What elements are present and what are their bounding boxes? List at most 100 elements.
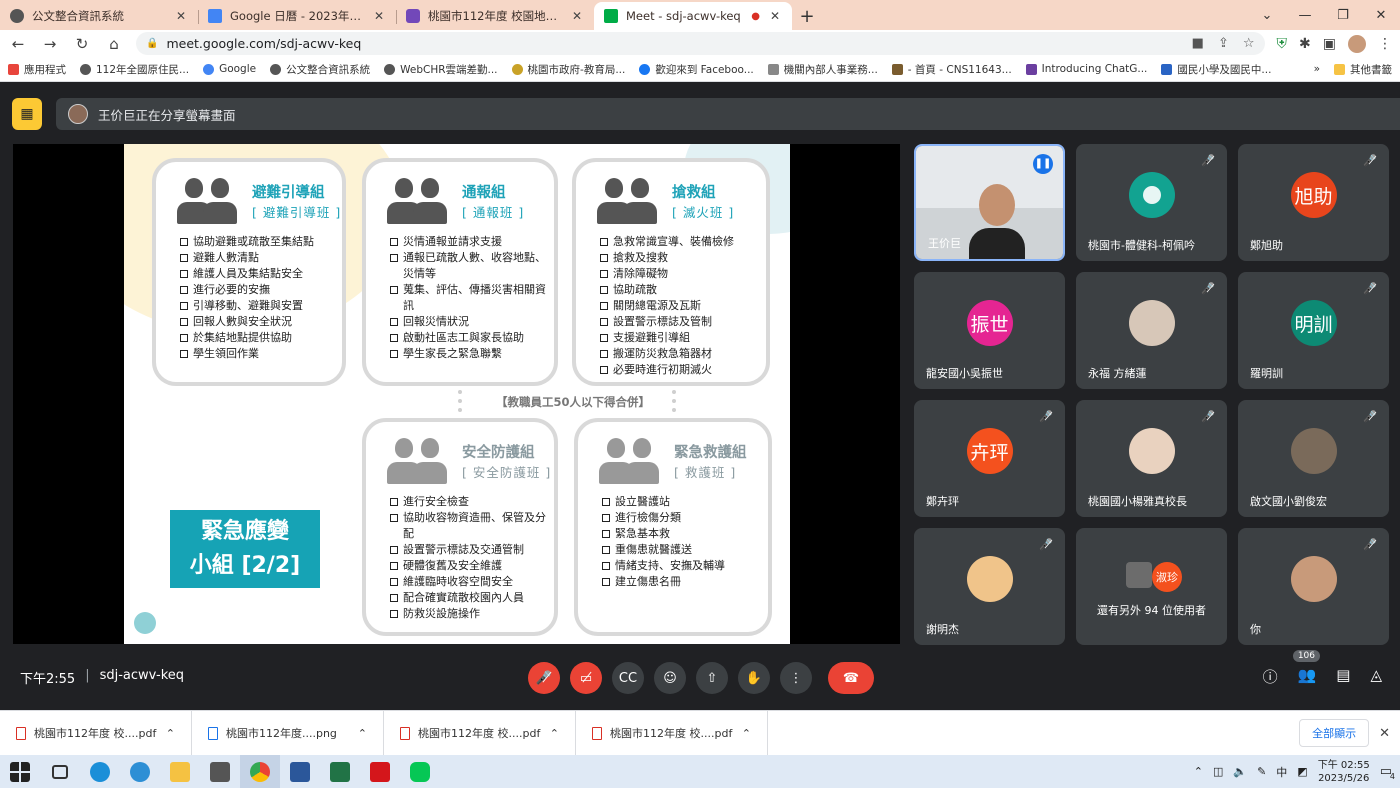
puzzle-icon[interactable]: ✱: [1299, 36, 1311, 52]
browser-tab[interactable]: 桃園市112年度 校園地震災害防... ✕: [396, 2, 594, 30]
ime-indicator[interactable]: 中: [1276, 764, 1287, 780]
other-bookmarks[interactable]: 其他書籤: [1334, 62, 1392, 77]
bookmark-item[interactable]: 應用程式: [8, 62, 66, 77]
participant-tile[interactable]: ❚❚ 王价巨: [914, 144, 1065, 261]
new-tab-button[interactable]: +: [792, 2, 822, 30]
back-icon[interactable]: ←: [8, 35, 28, 53]
captions-button[interactable]: CC: [612, 662, 644, 694]
store-icon[interactable]: [200, 755, 240, 788]
leave-call-button[interactable]: ☎: [828, 662, 874, 694]
chevron-up-icon[interactable]: ⌃: [742, 727, 751, 740]
download-item[interactable]: 桃園市112年度 校....pdf ⌃: [576, 710, 768, 756]
tray-overflow-icon[interactable]: ⌃: [1194, 765, 1203, 778]
side-panel-icon[interactable]: ▣: [1323, 36, 1336, 52]
chevron-up-icon[interactable]: ⌃: [166, 727, 175, 740]
forward-icon[interactable]: →: [40, 35, 60, 53]
participant-name: 鄭卉玶: [926, 495, 959, 508]
clock[interactable]: 下午 02:55 2023/5/26: [1318, 759, 1370, 785]
url-field[interactable]: 🔒 meet.google.com/sdj-acwv-keq ■ ⇪ ☆: [136, 32, 1265, 55]
menu-icon[interactable]: ⋮: [1378, 36, 1392, 52]
raise-hand-button[interactable]: ✋: [738, 662, 770, 694]
restore-icon[interactable]: ❐: [1324, 8, 1362, 23]
bookmark-item[interactable]: Introducing ChatG...: [1025, 63, 1147, 75]
bookmark-item[interactable]: WebCHR雲端差勤...: [384, 62, 498, 77]
participant-tile[interactable]: 🎤̸ 桃園國小楊雅真校長: [1076, 400, 1227, 517]
people-icon: [386, 436, 452, 484]
ime-mode-icon[interactable]: ◩: [1297, 765, 1307, 778]
chevron-up-icon[interactable]: ⌃: [358, 727, 367, 740]
file-explorer-icon[interactable]: [160, 755, 200, 788]
tab-search-icon[interactable]: ⌄: [1248, 8, 1286, 23]
muted-mic-icon: 🎤̸: [1363, 410, 1377, 423]
show-all-button[interactable]: 全部顯示: [1299, 719, 1370, 747]
pen-icon[interactable]: ✎: [1257, 765, 1266, 778]
chrome-icon[interactable]: [240, 755, 280, 788]
bookmark-item[interactable]: - 首頁 - CNS11643...: [891, 62, 1012, 77]
minimize-icon[interactable]: —: [1286, 8, 1324, 23]
close-tab-icon[interactable]: ✕: [570, 9, 584, 23]
line-icon[interactable]: [400, 755, 440, 788]
task-view-icon[interactable]: [40, 755, 80, 788]
participant-tile[interactable]: 🎤̸ 謝明杰: [914, 528, 1065, 645]
acrobat-icon[interactable]: [360, 755, 400, 788]
bookmark-item[interactable]: 國民小學及國民中...: [1161, 62, 1271, 77]
download-item[interactable]: 桃園市112年度....png ⌃: [192, 710, 384, 756]
bookmark-item[interactable]: 歡迎來到 Faceboo...: [639, 62, 754, 77]
people-icon[interactable]: 👥: [1298, 666, 1317, 687]
network-icon[interactable]: ◫: [1213, 765, 1223, 778]
participant-tile[interactable]: 🎤̸ 啟文國小劉俊宏: [1238, 400, 1389, 517]
camera-off-button[interactable]: ▭̸: [570, 662, 602, 694]
participant-tile[interactable]: 🎤̸ 旭助 鄭旭助: [1238, 144, 1389, 261]
profile-avatar[interactable]: [1348, 34, 1366, 53]
participant-tile[interactable]: 🎤̸ 卉玶 鄭卉玶: [914, 400, 1065, 517]
meeting-details-icon[interactable]: ⓘ: [1263, 666, 1278, 687]
ie-icon[interactable]: [120, 755, 160, 788]
bookmarks-overflow[interactable]: »: [1314, 63, 1320, 75]
bookmark-star-icon[interactable]: ☆: [1243, 36, 1255, 51]
more-participants-tile[interactable]: 淑珍 還有另外 94 位使用者: [1076, 528, 1227, 645]
duty-item: 學生家長之緊急聯繫: [390, 346, 548, 362]
chat-icon[interactable]: ▤: [1336, 666, 1350, 687]
more-options-button[interactable]: ⋮: [780, 662, 812, 694]
presenter-avatar: [68, 104, 88, 124]
close-window-icon[interactable]: ✕: [1362, 8, 1400, 23]
edge-icon[interactable]: [80, 755, 120, 788]
participant-tile[interactable]: 🎤̸ 桃園市-體健科-柯佩吟: [1076, 144, 1227, 261]
browser-tab[interactable]: Google 日曆 - 2023年6月5日當... ✕: [198, 2, 396, 30]
home-icon[interactable]: ⌂: [104, 35, 124, 53]
stop-presenting-icon[interactable]: ▦: [12, 98, 42, 130]
bookmark-item[interactable]: 機關內部人事業務...: [767, 62, 878, 77]
bookmark-item[interactable]: Google: [203, 63, 256, 75]
camera-icon[interactable]: ■: [1192, 36, 1204, 51]
emoji-button[interactable]: ☺: [654, 662, 686, 694]
reload-icon[interactable]: ↻: [72, 35, 92, 53]
share-icon[interactable]: ⇪: [1218, 36, 1229, 51]
participant-tile[interactable]: 振世 龍安國小吳振世: [914, 272, 1065, 389]
chevron-up-icon[interactable]: ⌃: [550, 727, 559, 740]
participant-tile[interactable]: 🎤̸ 永福 方緒蓮: [1076, 272, 1227, 389]
bookmark-item[interactable]: 桃園市政府-教育局...: [511, 62, 625, 77]
excel-icon[interactable]: [320, 755, 360, 788]
volume-icon[interactable]: 🔈: [1233, 765, 1247, 778]
close-shelf-icon[interactable]: ✕: [1379, 726, 1390, 741]
notifications-icon[interactable]: ▭ 4: [1380, 764, 1395, 781]
shield-extension-icon[interactable]: ⛨: [1277, 36, 1288, 52]
download-item[interactable]: 桃園市112年度 校....pdf ⌃: [384, 710, 576, 756]
bookmark-item[interactable]: 公文整合資訊系統: [270, 62, 370, 77]
activities-icon[interactable]: ◬: [1370, 666, 1382, 687]
self-tile[interactable]: 🎤̸ 你: [1238, 528, 1389, 645]
word-icon[interactable]: [280, 755, 320, 788]
mic-off-button[interactable]: 🎤̸: [528, 662, 560, 694]
participant-tile[interactable]: 🎤̸ 明訓 羅明訓: [1238, 272, 1389, 389]
close-tab-icon[interactable]: ✕: [372, 9, 386, 23]
tab-title: Google 日曆 - 2023年6月5日當...: [230, 9, 364, 23]
present-button[interactable]: ⇧: [696, 662, 728, 694]
browser-tab[interactable]: 公文整合資訊系統 ✕: [0, 2, 198, 30]
close-tab-icon[interactable]: ✕: [174, 9, 188, 23]
card-subtitle: [ 避難引導班 ]: [252, 205, 342, 220]
close-tab-icon[interactable]: ✕: [768, 9, 782, 23]
start-button[interactable]: [0, 755, 40, 788]
bookmark-item[interactable]: 112年全國原住民...: [80, 62, 189, 77]
browser-tab-active[interactable]: Meet - sdj-acwv-keq ● ✕: [594, 2, 792, 30]
download-item[interactable]: 桃園市112年度 校....pdf ⌃: [0, 710, 192, 756]
